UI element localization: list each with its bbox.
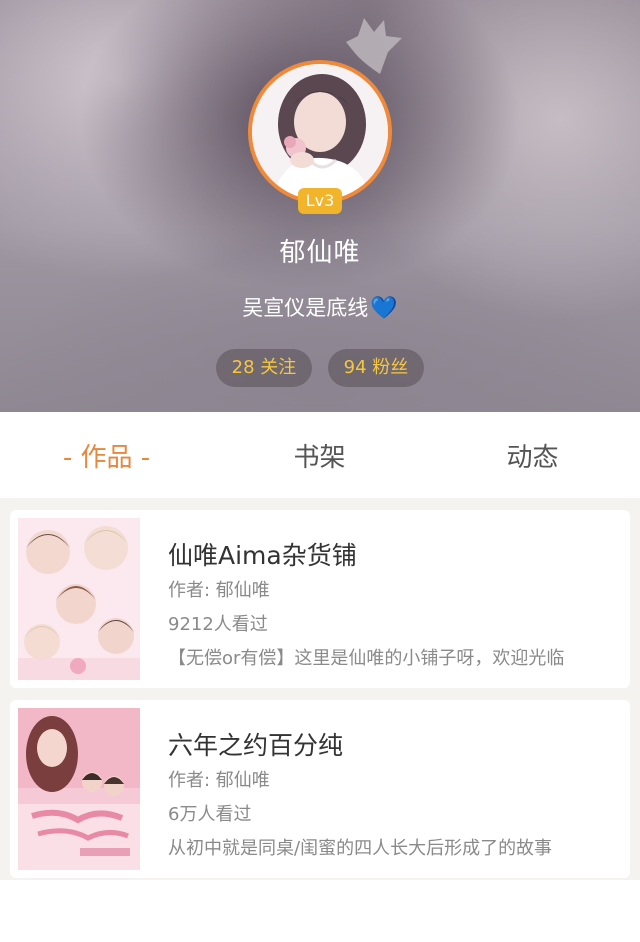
tab-bookshelf[interactable]: 书架 xyxy=(213,437,426,474)
bio-text: 吴宣仪是底线 xyxy=(242,296,369,320)
tab-works[interactable]: - 作品 - xyxy=(0,437,213,474)
book-card[interactable]: 仙唯Aima杂货铺 作者: 郁仙唯 9212人看过 【无偿or有偿】这里是仙唯的… xyxy=(10,510,630,688)
avatar[interactable] xyxy=(248,60,392,204)
username: 郁仙唯 xyxy=(279,238,361,268)
book-author: 作者: 郁仙唯 xyxy=(168,770,270,791)
book-author: 作者: 郁仙唯 xyxy=(168,580,270,601)
book-cover xyxy=(18,708,140,870)
profile-header: Lv3 郁仙唯 吴宣仪是底线💙 28 关注 94 粉丝 xyxy=(0,0,640,412)
following-count-button[interactable]: 28 关注 xyxy=(216,349,312,387)
book-title: 仙唯Aima杂货铺 xyxy=(168,541,357,570)
book-description: 从初中就是同桌/闺蜜的四人长大后形成了的故事 xyxy=(168,838,553,859)
avatar-photo xyxy=(252,64,388,200)
tab-activity[interactable]: 动态 xyxy=(426,437,639,474)
book-cover xyxy=(18,518,140,680)
level-badge: Lv3 xyxy=(298,188,342,214)
profile-tabs: - 作品 - 书架 动态 xyxy=(0,412,640,498)
user-bio: 吴宣仪是底线💙 xyxy=(0,292,640,322)
book-description: 【无偿or有偿】这里是仙唯的小铺子呀，欢迎光临 xyxy=(168,648,565,669)
book-card[interactable]: 六年之约百分纯 作者: 郁仙唯 6万人看过 从初中就是同桌/闺蜜的四人长大后形成… xyxy=(10,700,630,878)
book-title: 六年之约百分纯 xyxy=(168,731,344,760)
book-views: 9212人看过 xyxy=(168,614,268,635)
fans-count-button[interactable]: 94 粉丝 xyxy=(328,349,424,387)
blue-heart-icon: 💙 xyxy=(370,296,398,321)
book-views: 6万人看过 xyxy=(168,804,252,825)
bottom-area xyxy=(0,880,640,942)
